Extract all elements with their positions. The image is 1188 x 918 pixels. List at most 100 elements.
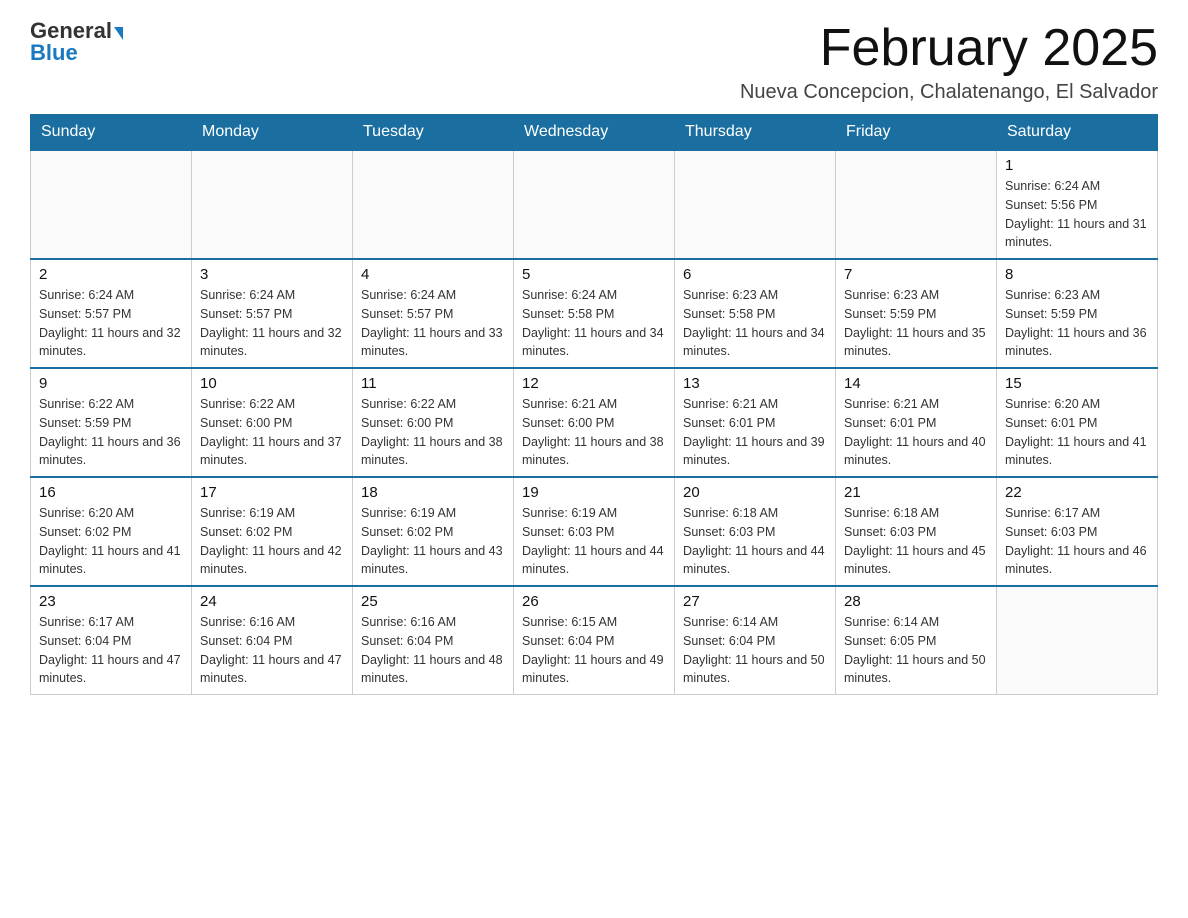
day-info: Sunrise: 6:21 AM Sunset: 6:01 PM Dayligh… bbox=[683, 395, 827, 470]
header: General Blue February 2025 Nueva Concepc… bbox=[30, 20, 1158, 104]
day-number: 18 bbox=[361, 484, 505, 501]
day-info: Sunrise: 6:24 AM Sunset: 5:57 PM Dayligh… bbox=[39, 286, 183, 361]
calendar-cell: 21 Sunrise: 6:18 AM Sunset: 6:03 PM Dayli… bbox=[836, 477, 997, 586]
day-info: Sunrise: 6:16 AM Sunset: 6:04 PM Dayligh… bbox=[200, 613, 344, 688]
day-number: 28 bbox=[844, 593, 988, 610]
day-number: 4 bbox=[361, 266, 505, 283]
day-info: Sunrise: 6:14 AM Sunset: 6:05 PM Dayligh… bbox=[844, 613, 988, 688]
day-info: Sunrise: 6:19 AM Sunset: 6:02 PM Dayligh… bbox=[361, 504, 505, 579]
calendar-cell: 5Sunrise: 6:24 AM Sunset: 5:58 PM Daylig… bbox=[514, 259, 675, 368]
calendar-cell bbox=[675, 150, 836, 259]
day-info: Sunrise: 6:24 AM Sunset: 5:57 PM Dayligh… bbox=[200, 286, 344, 361]
calendar-week-row: 2 Sunrise: 6:24 AM Sunset: 5:57 PM Daylig… bbox=[31, 259, 1158, 368]
day-number: 14 bbox=[844, 375, 988, 392]
calendar-cell: 19Sunrise: 6:19 AM Sunset: 6:03 PM Dayli… bbox=[514, 477, 675, 586]
day-info: Sunrise: 6:20 AM Sunset: 6:02 PM Dayligh… bbox=[39, 504, 183, 579]
calendar-cell: 18 Sunrise: 6:19 AM Sunset: 6:02 PM Dayli… bbox=[353, 477, 514, 586]
calendar-cell: 6 Sunrise: 6:23 AM Sunset: 5:58 PM Daylig… bbox=[675, 259, 836, 368]
day-info: Sunrise: 6:23 AM Sunset: 5:59 PM Dayligh… bbox=[844, 286, 988, 361]
calendar-cell: 7Sunrise: 6:23 AM Sunset: 5:59 PM Daylig… bbox=[836, 259, 997, 368]
logo: General Blue bbox=[30, 20, 123, 64]
day-info: Sunrise: 6:22 AM Sunset: 6:00 PM Dayligh… bbox=[200, 395, 344, 470]
header-thursday: Thursday bbox=[675, 115, 836, 151]
day-info: Sunrise: 6:16 AM Sunset: 6:04 PM Dayligh… bbox=[361, 613, 505, 688]
day-info: Sunrise: 6:19 AM Sunset: 6:03 PM Dayligh… bbox=[522, 504, 666, 579]
calendar-cell: 16 Sunrise: 6:20 AM Sunset: 6:02 PM Dayli… bbox=[31, 477, 192, 586]
day-number: 1 bbox=[1005, 157, 1149, 174]
logo-text-blue: Blue bbox=[30, 42, 78, 64]
day-number: 10 bbox=[200, 375, 344, 392]
calendar-cell: 17 Sunrise: 6:19 AM Sunset: 6:02 PM Dayli… bbox=[192, 477, 353, 586]
day-info: Sunrise: 6:23 AM Sunset: 5:59 PM Dayligh… bbox=[1005, 286, 1149, 361]
day-info: Sunrise: 6:18 AM Sunset: 6:03 PM Dayligh… bbox=[844, 504, 988, 579]
day-number: 8 bbox=[1005, 266, 1149, 283]
calendar-cell: 2 Sunrise: 6:24 AM Sunset: 5:57 PM Daylig… bbox=[31, 259, 192, 368]
day-info: Sunrise: 6:21 AM Sunset: 6:01 PM Dayligh… bbox=[844, 395, 988, 470]
header-sunday: Sunday bbox=[31, 115, 192, 151]
calendar-cell: 9 Sunrise: 6:22 AM Sunset: 5:59 PM Daylig… bbox=[31, 368, 192, 477]
day-info: Sunrise: 6:20 AM Sunset: 6:01 PM Dayligh… bbox=[1005, 395, 1149, 470]
calendar-cell: 15 Sunrise: 6:20 AM Sunset: 6:01 PM Dayli… bbox=[997, 368, 1158, 477]
day-number: 13 bbox=[683, 375, 827, 392]
day-number: 24 bbox=[200, 593, 344, 610]
day-number: 23 bbox=[39, 593, 183, 610]
calendar-cell: 23 Sunrise: 6:17 AM Sunset: 6:04 PM Dayli… bbox=[31, 586, 192, 695]
calendar-cell: 13 Sunrise: 6:21 AM Sunset: 6:01 PM Dayli… bbox=[675, 368, 836, 477]
calendar-table: Sunday Monday Tuesday Wednesday Thursday… bbox=[30, 114, 1158, 695]
header-friday: Friday bbox=[836, 115, 997, 151]
day-number: 22 bbox=[1005, 484, 1149, 501]
calendar-cell bbox=[836, 150, 997, 259]
logo-text-general: General bbox=[30, 20, 112, 42]
calendar-week-row: 1Sunrise: 6:24 AM Sunset: 5:56 PM Daylig… bbox=[31, 150, 1158, 259]
day-info: Sunrise: 6:17 AM Sunset: 6:03 PM Dayligh… bbox=[1005, 504, 1149, 579]
header-saturday: Saturday bbox=[997, 115, 1158, 151]
day-info: Sunrise: 6:19 AM Sunset: 6:02 PM Dayligh… bbox=[200, 504, 344, 579]
weekday-header-row: Sunday Monday Tuesday Wednesday Thursday… bbox=[31, 115, 1158, 151]
header-wednesday: Wednesday bbox=[514, 115, 675, 151]
calendar-cell: 4 Sunrise: 6:24 AM Sunset: 5:57 PM Daylig… bbox=[353, 259, 514, 368]
day-number: 20 bbox=[683, 484, 827, 501]
header-monday: Monday bbox=[192, 115, 353, 151]
day-number: 21 bbox=[844, 484, 988, 501]
day-number: 26 bbox=[522, 593, 666, 610]
day-info: Sunrise: 6:24 AM Sunset: 5:57 PM Dayligh… bbox=[361, 286, 505, 361]
month-title: February 2025 bbox=[740, 20, 1158, 77]
calendar-cell bbox=[353, 150, 514, 259]
day-number: 3 bbox=[200, 266, 344, 283]
calendar-cell bbox=[31, 150, 192, 259]
day-number: 17 bbox=[200, 484, 344, 501]
calendar-cell: 14 Sunrise: 6:21 AM Sunset: 6:01 PM Dayli… bbox=[836, 368, 997, 477]
day-number: 6 bbox=[683, 266, 827, 283]
calendar-cell: 26 Sunrise: 6:15 AM Sunset: 6:04 PM Dayli… bbox=[514, 586, 675, 695]
calendar-cell: 25Sunrise: 6:16 AM Sunset: 6:04 PM Dayli… bbox=[353, 586, 514, 695]
calendar-week-row: 23 Sunrise: 6:17 AM Sunset: 6:04 PM Dayli… bbox=[31, 586, 1158, 695]
day-number: 15 bbox=[1005, 375, 1149, 392]
calendar-cell: 27 Sunrise: 6:14 AM Sunset: 6:04 PM Dayli… bbox=[675, 586, 836, 695]
day-number: 11 bbox=[361, 375, 505, 392]
calendar-cell: 20 Sunrise: 6:18 AM Sunset: 6:03 PM Dayli… bbox=[675, 477, 836, 586]
day-number: 12 bbox=[522, 375, 666, 392]
calendar-cell bbox=[514, 150, 675, 259]
day-info: Sunrise: 6:18 AM Sunset: 6:03 PM Dayligh… bbox=[683, 504, 827, 579]
day-info: Sunrise: 6:14 AM Sunset: 6:04 PM Dayligh… bbox=[683, 613, 827, 688]
day-info: Sunrise: 6:17 AM Sunset: 6:04 PM Dayligh… bbox=[39, 613, 183, 688]
day-info: Sunrise: 6:22 AM Sunset: 6:00 PM Dayligh… bbox=[361, 395, 505, 470]
calendar-week-row: 9 Sunrise: 6:22 AM Sunset: 5:59 PM Daylig… bbox=[31, 368, 1158, 477]
calendar-cell: 8 Sunrise: 6:23 AM Sunset: 5:59 PM Daylig… bbox=[997, 259, 1158, 368]
calendar-cell: 1Sunrise: 6:24 AM Sunset: 5:56 PM Daylig… bbox=[997, 150, 1158, 259]
day-info: Sunrise: 6:23 AM Sunset: 5:58 PM Dayligh… bbox=[683, 286, 827, 361]
calendar-cell: 12Sunrise: 6:21 AM Sunset: 6:00 PM Dayli… bbox=[514, 368, 675, 477]
calendar-cell: 11 Sunrise: 6:22 AM Sunset: 6:00 PM Dayli… bbox=[353, 368, 514, 477]
day-number: 16 bbox=[39, 484, 183, 501]
calendar-cell: 10 Sunrise: 6:22 AM Sunset: 6:00 PM Dayli… bbox=[192, 368, 353, 477]
calendar-cell: 28 Sunrise: 6:14 AM Sunset: 6:05 PM Dayli… bbox=[836, 586, 997, 695]
calendar-cell: 24 Sunrise: 6:16 AM Sunset: 6:04 PM Dayli… bbox=[192, 586, 353, 695]
day-number: 27 bbox=[683, 593, 827, 610]
calendar-cell: 22 Sunrise: 6:17 AM Sunset: 6:03 PM Dayli… bbox=[997, 477, 1158, 586]
day-number: 9 bbox=[39, 375, 183, 392]
day-info: Sunrise: 6:22 AM Sunset: 5:59 PM Dayligh… bbox=[39, 395, 183, 470]
title-area: February 2025 Nueva Concepcion, Chalaten… bbox=[740, 20, 1158, 104]
day-number: 2 bbox=[39, 266, 183, 283]
calendar-cell bbox=[192, 150, 353, 259]
day-info: Sunrise: 6:15 AM Sunset: 6:04 PM Dayligh… bbox=[522, 613, 666, 688]
